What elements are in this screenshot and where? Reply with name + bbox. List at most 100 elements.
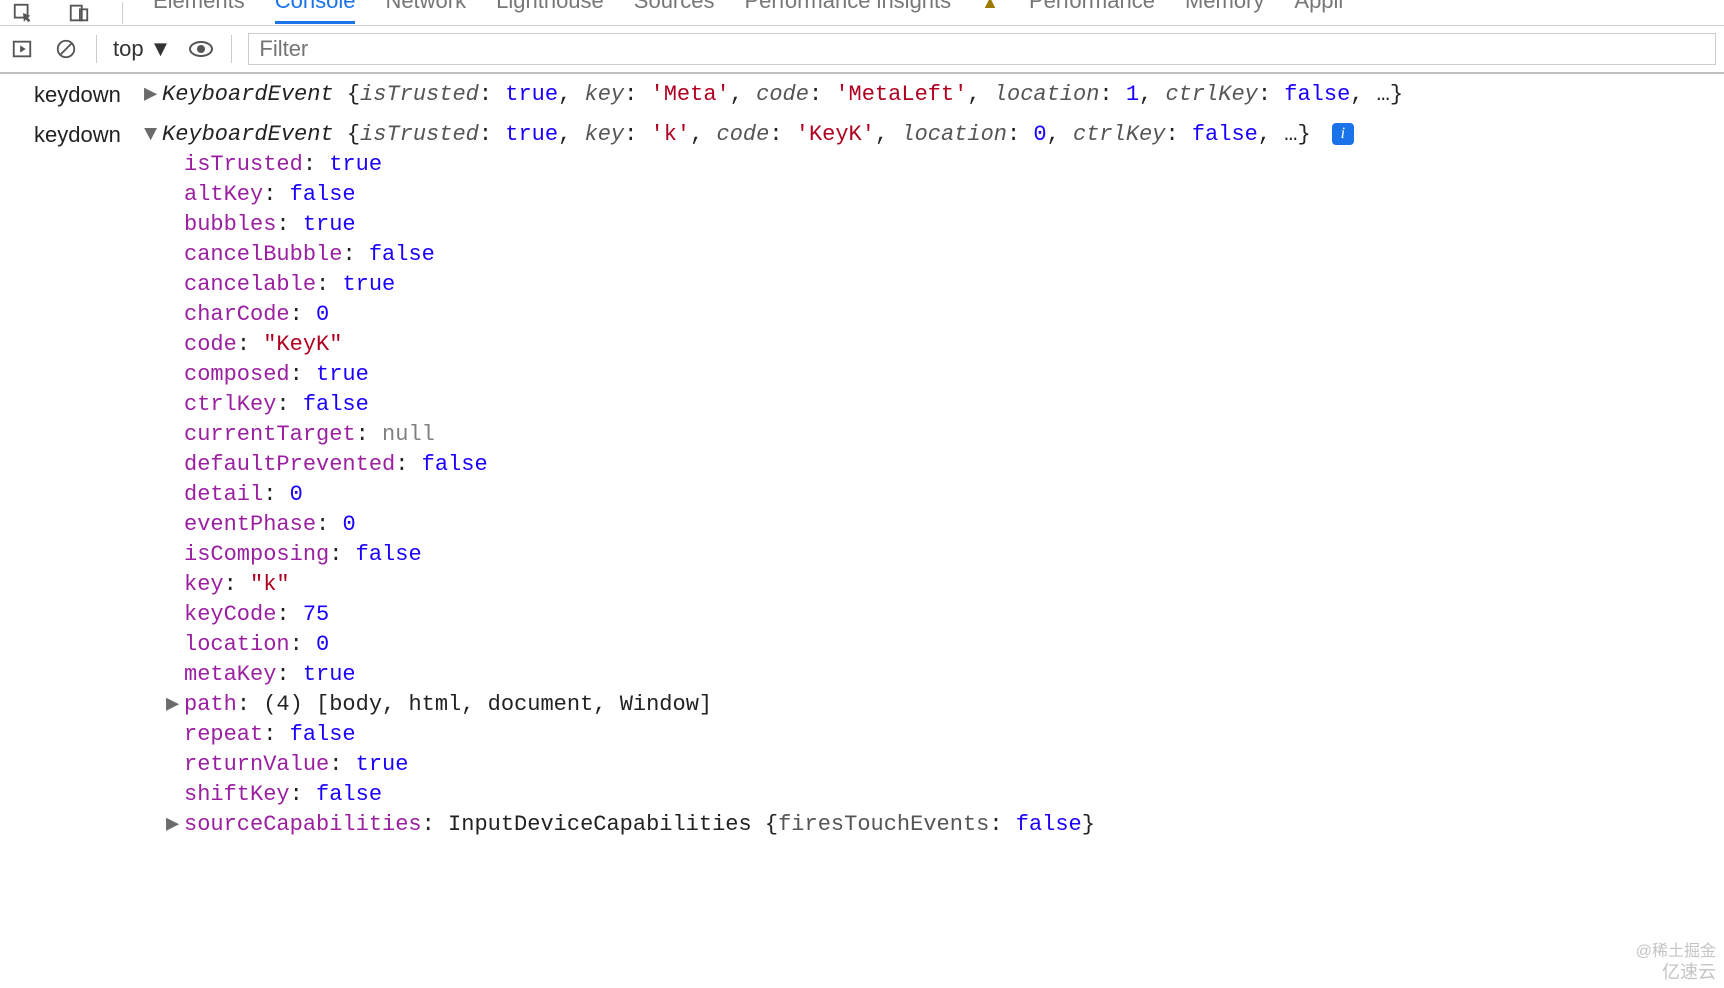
property-row: keyCode: 75 xyxy=(184,600,1724,630)
object-summary[interactable]: KeyboardEvent {isTrusted: true, key: 'k'… xyxy=(162,120,1354,150)
clear-console-icon[interactable] xyxy=(52,35,80,63)
context-selector[interactable]: top ▼ xyxy=(113,36,171,62)
tab-elements[interactable]: Elements xyxy=(153,0,245,18)
log-label: keydown xyxy=(34,80,130,110)
property-row-path: ▶path: (4) [body, html, document, Window… xyxy=(184,690,1724,720)
property-key: shiftKey xyxy=(184,782,290,807)
disclosure-collapsed-icon[interactable]: ▶ xyxy=(166,810,182,840)
divider xyxy=(96,35,97,63)
property-row: code: "KeyK" xyxy=(184,330,1724,360)
divider xyxy=(231,35,232,63)
property-key: isComposing xyxy=(184,542,329,567)
property-value: 0 xyxy=(342,512,355,537)
property-key: currentTarget xyxy=(184,422,356,447)
property-row: returnValue: true xyxy=(184,750,1724,780)
property-value: true xyxy=(316,362,369,387)
property-value: "KeyK" xyxy=(263,332,342,357)
tab-sources[interactable]: Sources xyxy=(634,0,715,18)
array-length: (4) xyxy=(263,692,303,717)
tab-memory[interactable]: Memory xyxy=(1185,0,1264,18)
device-toggle-icon[interactable] xyxy=(66,0,92,26)
object-properties: isTrusted: truealtKey: falsebubbles: tru… xyxy=(0,150,1724,840)
context-label: top xyxy=(113,36,144,62)
property-value: true xyxy=(329,152,382,177)
log-entry: keydown ▼ KeyboardEvent {isTrusted: true… xyxy=(0,120,1724,150)
disclosure-expanded-icon[interactable]: ▼ xyxy=(144,120,160,150)
tab-performance-insights[interactable]: Performance insights xyxy=(745,0,952,18)
array-item: body xyxy=(329,692,382,717)
property-key: metaKey xyxy=(184,662,276,687)
property-key: defaultPrevented xyxy=(184,452,395,477)
warning-icon: ▲ xyxy=(981,0,999,13)
property-value: 0 xyxy=(316,632,329,657)
console-toolbar: top ▼ xyxy=(0,26,1724,74)
property-key: path xyxy=(184,692,237,717)
disclosure-collapsed-icon[interactable]: ▶ xyxy=(166,690,182,720)
property-value: false xyxy=(422,452,488,477)
tab-console[interactable]: Console xyxy=(275,0,356,18)
property-row: composed: true xyxy=(184,360,1724,390)
tab-network[interactable]: Network xyxy=(385,0,466,18)
inspect-icon[interactable] xyxy=(10,0,36,26)
property-row: shiftKey: false xyxy=(184,780,1724,810)
property-row: defaultPrevented: false xyxy=(184,450,1724,480)
property-row: currentTarget: null xyxy=(184,420,1724,450)
property-value: false xyxy=(369,242,435,267)
property-key: key xyxy=(184,572,224,597)
property-key: isTrusted xyxy=(184,152,303,177)
property-key: bubbles xyxy=(184,212,276,237)
property-key: returnValue xyxy=(184,752,329,777)
watermark-line: @稀土掘金 xyxy=(1636,942,1716,962)
property-key: firesTouchEvents xyxy=(778,812,989,837)
tab-application[interactable]: Appli xyxy=(1294,0,1343,18)
property-value: false xyxy=(303,392,369,417)
property-row: detail: 0 xyxy=(184,480,1724,510)
property-row: bubbles: true xyxy=(184,210,1724,240)
log-entry: keydown ▶ KeyboardEvent {isTrusted: true… xyxy=(0,80,1724,110)
console-output: keydown ▶ KeyboardEvent {isTrusted: true… xyxy=(0,74,1724,852)
property-key: cancelable xyxy=(184,272,316,297)
property-row: key: "k" xyxy=(184,570,1724,600)
property-key: sourceCapabilities xyxy=(184,812,422,837)
property-row: altKey: false xyxy=(184,180,1724,210)
property-key: composed xyxy=(184,362,290,387)
property-row: cancelBubble: false xyxy=(184,240,1724,270)
property-value: true xyxy=(356,752,409,777)
property-key: repeat xyxy=(184,722,263,747)
tab-performance[interactable]: Performance xyxy=(1029,0,1155,18)
toggle-sidebar-icon[interactable] xyxy=(8,35,36,63)
watermark-line: 亿速云 xyxy=(1636,962,1716,982)
property-value: true xyxy=(303,212,356,237)
property-value: false xyxy=(1016,812,1082,837)
object-summary[interactable]: KeyboardEvent {isTrusted: true, key: 'Me… xyxy=(162,80,1403,110)
property-key: ctrlKey xyxy=(184,392,276,417)
live-expression-icon[interactable] xyxy=(187,35,215,63)
property-key: altKey xyxy=(184,182,263,207)
property-row: cancelable: true xyxy=(184,270,1724,300)
array-item: Window xyxy=(620,692,699,717)
info-badge-icon[interactable]: i xyxy=(1332,123,1354,145)
watermark: @稀土掘金 亿速云 xyxy=(1636,942,1716,982)
property-key: charCode xyxy=(184,302,290,327)
tab-lighthouse[interactable]: Lighthouse xyxy=(496,0,604,18)
property-value: true xyxy=(342,272,395,297)
property-key: code xyxy=(184,332,237,357)
property-value: 0 xyxy=(316,302,329,327)
disclosure-collapsed-icon[interactable]: ▶ xyxy=(144,80,160,110)
property-value: "k" xyxy=(250,572,290,597)
property-value: 75 xyxy=(303,602,329,627)
property-value: 0 xyxy=(290,482,303,507)
property-row-sourcecapabilities: ▶sourceCapabilities: InputDeviceCapabili… xyxy=(184,810,1724,840)
filter-input[interactable] xyxy=(248,33,1716,65)
property-value: true xyxy=(303,662,356,687)
property-row: eventPhase: 0 xyxy=(184,510,1724,540)
array-item: html xyxy=(408,692,461,717)
property-row: isComposing: false xyxy=(184,540,1724,570)
property-row: charCode: 0 xyxy=(184,300,1724,330)
property-value: false xyxy=(290,182,356,207)
log-label: keydown xyxy=(34,120,130,150)
devtools-tab-bar: Elements Console Network Lighthouse Sour… xyxy=(0,0,1724,26)
array-item: document xyxy=(488,692,594,717)
property-row: ctrlKey: false xyxy=(184,390,1724,420)
object-class: InputDeviceCapabilities xyxy=(448,812,765,837)
